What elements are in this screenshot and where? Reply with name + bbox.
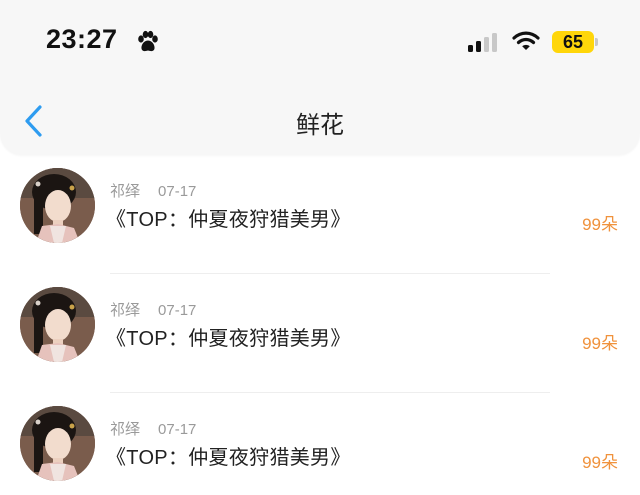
- work-title[interactable]: 《TOP：仲夏夜狩猎美男》: [106, 322, 351, 351]
- status-time: 23:27: [46, 24, 118, 54]
- avatar[interactable]: [20, 168, 95, 243]
- paw-icon: [138, 30, 158, 52]
- flower-count: 99朵: [582, 453, 618, 472]
- sender-name: 祁绎: [110, 183, 141, 200]
- avatar-image: [20, 406, 95, 481]
- battery-cap: [595, 38, 598, 46]
- battery-level: 65: [562, 31, 584, 52]
- page-title: 鲜花: [296, 112, 344, 139]
- cellular-signal-icon: [468, 33, 497, 52]
- gift-row[interactable]: 祁绎 07-17 《TOP：仲夏夜狩猎美男》 99朵: [0, 274, 640, 393]
- header-card: 23:27 65 鲜花: [0, 0, 640, 155]
- battery-indicator: 65: [552, 31, 594, 53]
- avatar-image: [20, 287, 95, 362]
- screen: 23:27 65 鲜花 祁绎 07-17 《TOP：仲夏夜狩猎美男》 99朵 祁…: [0, 0, 640, 495]
- gift-date: 07-17: [158, 302, 197, 319]
- gift-row[interactable]: 祁绎 07-17 《TOP：仲夏夜狩猎美男》 99朵: [0, 393, 640, 495]
- avatar[interactable]: [20, 406, 95, 481]
- work-title[interactable]: 《TOP：仲夏夜狩猎美男》: [106, 441, 351, 470]
- sender-name: 祁绎: [110, 302, 141, 319]
- flower-count: 99朵: [582, 334, 618, 353]
- work-title[interactable]: 《TOP：仲夏夜狩猎美男》: [106, 203, 351, 232]
- gift-meta: 祁绎 07-17: [110, 418, 196, 439]
- sender-name: 祁绎: [110, 421, 141, 438]
- gift-meta: 祁绎 07-17: [110, 299, 196, 320]
- avatar[interactable]: [20, 287, 95, 362]
- avatar-image: [20, 168, 95, 243]
- wifi-icon: [512, 31, 540, 50]
- gift-date: 07-17: [158, 421, 197, 438]
- gift-meta: 祁绎 07-17: [110, 180, 196, 201]
- gift-date: 07-17: [158, 183, 197, 200]
- gift-row[interactable]: 祁绎 07-17 《TOP：仲夏夜狩猎美男》 99朵: [0, 155, 640, 274]
- flower-count: 99朵: [582, 215, 618, 234]
